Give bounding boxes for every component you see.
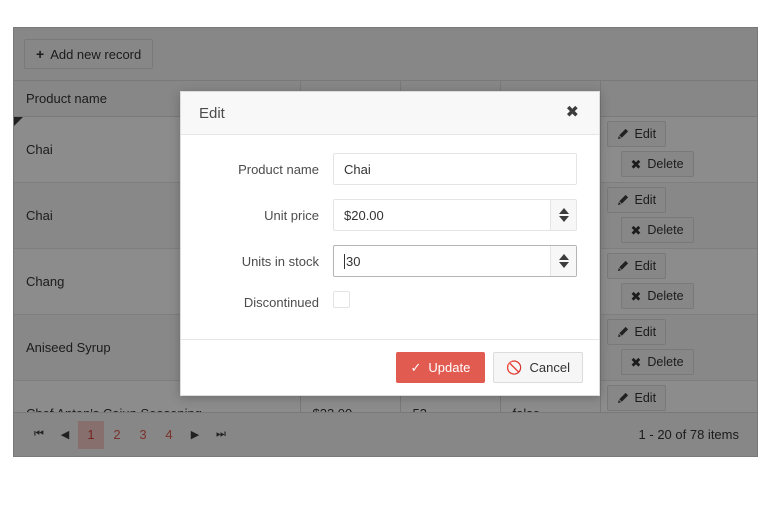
- pager-page-3[interactable]: 3: [130, 421, 156, 449]
- close-x-icon: ✖: [630, 156, 642, 172]
- first-page-icon[interactable]: ⏮: [26, 422, 52, 448]
- edit-button[interactable]: Edit: [606, 385, 667, 411]
- check-icon: ✓: [410, 360, 422, 375]
- label-units-in-stock: Units in stock: [241, 253, 319, 269]
- edit-dialog: Edit ✖ Product name Chai Unit price $20.…: [180, 91, 600, 396]
- units-in-stock-value: 30: [346, 253, 361, 269]
- edit-label: Edit: [634, 126, 657, 141]
- label-product-name: Product name: [238, 161, 319, 177]
- add-new-record-button[interactable]: + Add new record: [24, 39, 154, 69]
- delete-label: Delete: [647, 156, 684, 171]
- pencil-icon: [617, 194, 629, 206]
- spinner-down-icon[interactable]: [558, 262, 569, 268]
- label-discontinued: Discontinued: [243, 294, 319, 310]
- edit-label: Edit: [634, 324, 657, 339]
- field-row-product-name: Product name Chai: [203, 153, 577, 185]
- grid-toolbar: + Add new record: [14, 28, 757, 81]
- field-row-discontinued: Discontinued: [203, 291, 577, 313]
- spinner-down-icon[interactable]: [558, 216, 569, 222]
- delete-button[interactable]: ✖ Delete: [620, 217, 694, 243]
- next-page-icon[interactable]: ▶: [182, 422, 208, 448]
- delete-label: Delete: [647, 288, 684, 303]
- pager-page-4[interactable]: 4: [156, 421, 182, 449]
- close-x-icon: ✖: [630, 288, 642, 304]
- cancel-label: Cancel: [529, 360, 570, 375]
- cell-commands: Edit ✖ Delete: [600, 314, 757, 381]
- edit-label: Edit: [634, 390, 657, 405]
- edit-button[interactable]: Edit: [606, 121, 667, 147]
- spinner-up-icon[interactable]: [558, 208, 569, 214]
- delete-button[interactable]: ✖ Delete: [620, 349, 694, 375]
- delete-button[interactable]: ✖ Delete: [620, 283, 694, 309]
- discontinued-checkbox[interactable]: [333, 291, 350, 308]
- units-in-stock-input[interactable]: 30: [333, 245, 577, 277]
- units-in-stock-spinner[interactable]: [550, 246, 576, 276]
- plus-icon: +: [36, 46, 45, 62]
- pager-page-1[interactable]: 1: [78, 420, 104, 449]
- update-button[interactable]: ✓ Update: [395, 352, 486, 383]
- pencil-icon: [617, 260, 629, 272]
- dialog-footer: ✓ Update 🚫 Cancel: [181, 339, 599, 395]
- pencil-icon: [617, 128, 629, 140]
- cell-commands: Edit ✖ Delete: [600, 248, 757, 315]
- unit-price-input[interactable]: $20.00: [333, 199, 577, 231]
- delete-label: Delete: [647, 222, 684, 237]
- field-row-units-in-stock: Units in stock 30: [203, 245, 577, 277]
- column-header-commands: [600, 81, 757, 117]
- dialog-titlebar: Edit ✖: [181, 92, 599, 135]
- last-page-icon[interactable]: ⏭: [208, 422, 234, 448]
- cell-commands: Edit ✖ Delete: [600, 116, 757, 183]
- grid-pager: ⏮ ◀ 1 2 3 4 ▶ ⏭ 1 - 20 of 78 items: [14, 412, 757, 456]
- close-x-icon: ✖: [630, 354, 642, 370]
- delete-label: Delete: [647, 354, 684, 369]
- pager-links: ⏮ ◀ 1 2 3 4 ▶ ⏭: [26, 420, 234, 449]
- prev-page-icon[interactable]: ◀: [52, 422, 78, 448]
- unit-price-spinner[interactable]: [550, 200, 576, 230]
- label-unit-price: Unit price: [264, 207, 319, 223]
- pager-page-2[interactable]: 2: [104, 421, 130, 449]
- pager-info: 1 - 20 of 78 items: [638, 427, 739, 442]
- update-label: Update: [428, 360, 471, 375]
- edit-button[interactable]: Edit: [606, 253, 667, 279]
- delete-button[interactable]: ✖ Delete: [620, 151, 694, 177]
- spinner-up-icon[interactable]: [558, 254, 569, 260]
- edit-button[interactable]: Edit: [606, 319, 667, 345]
- close-icon[interactable]: ✖: [562, 101, 583, 125]
- edit-label: Edit: [634, 192, 657, 207]
- no-entry-icon: 🚫: [506, 360, 523, 375]
- pencil-icon: [617, 392, 629, 404]
- text-caret: [344, 253, 345, 269]
- dialog-body: Product name Chai Unit price $20.00 Unit…: [181, 135, 599, 339]
- edit-button[interactable]: Edit: [606, 187, 667, 213]
- edit-label: Edit: [634, 258, 657, 273]
- field-row-unit-price: Unit price $20.00: [203, 199, 577, 231]
- cell-commands: Edit ✖ Delete: [600, 182, 757, 249]
- add-new-record-label: Add new record: [50, 46, 142, 62]
- dialog-title: Edit: [199, 104, 225, 122]
- close-x-icon: ✖: [630, 222, 642, 238]
- product-name-input[interactable]: Chai: [333, 153, 577, 185]
- cancel-button[interactable]: 🚫 Cancel: [493, 352, 583, 383]
- pencil-icon: [617, 326, 629, 338]
